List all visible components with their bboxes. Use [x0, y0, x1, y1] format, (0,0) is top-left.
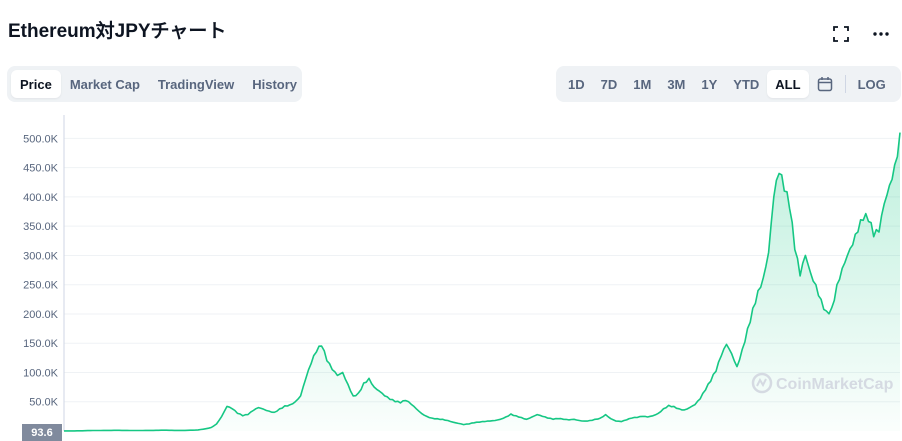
y-tick-label: 500.0K	[23, 133, 59, 145]
y-axis-labels: 50.0K 100.0K 150.0K 200.0K 250.0K 300.0K 350.0…	[23, 133, 59, 408]
y-tick-label: 300.0K	[23, 250, 59, 262]
y-tick-label: 200.0K	[23, 309, 59, 321]
y-tick-label: 350.0K	[23, 221, 59, 233]
y-tick-label: 100.0K	[23, 367, 59, 379]
y-tick-label: 400.0K	[23, 192, 59, 204]
y-tick-label: 450.0K	[23, 163, 59, 175]
chart-widget: Ethereum対JPYチャート Price Market Cap Tradin…	[0, 0, 902, 441]
current-price-marker-label: 93.6	[31, 427, 52, 439]
current-price-marker: 93.6	[22, 424, 62, 441]
y-tick-label: 150.0K	[23, 338, 59, 350]
y-tick-label: 50.0K	[29, 397, 58, 409]
price-chart: 50.0K 100.0K 150.0K 200.0K 250.0K 300.0K 350.0…	[22, 115, 901, 441]
watermark-text: CoinMarketCap	[776, 376, 894, 393]
price-area	[64, 132, 900, 431]
y-tick-label: 250.0K	[23, 280, 59, 292]
